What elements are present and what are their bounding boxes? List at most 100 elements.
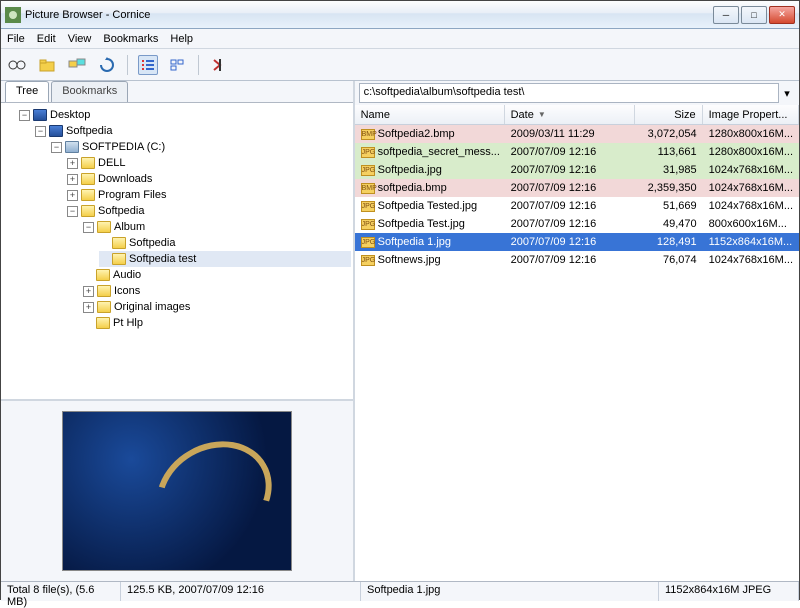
status-total: Total 8 file(s), (5.6 MB) [1,582,121,601]
folder-open-icon[interactable] [37,55,57,75]
file-size: 113,661 [635,145,703,159]
file-type-icon: BMP [361,183,375,194]
path-input[interactable]: c:\softpedia\album\softpedia test\ [359,83,779,103]
file-date: 2009/03/11 11:29 [505,127,635,141]
file-size: 128,491 [635,235,703,249]
toolbar [1,49,799,81]
file-row[interactable]: JPGSoftpedia Test.jpg2007/07/09 12:1649,… [355,215,799,233]
file-name: Softpedia Tested.jpg [378,200,477,212]
file-properties: 1280x800x16M... [703,127,799,141]
path-dropdown-icon[interactable]: ▾ [779,87,795,100]
file-type-icon: JPG [361,165,375,176]
left-tabs: Tree Bookmarks [1,81,353,103]
file-date: 2007/07/09 12:16 [505,217,635,231]
file-name: softpedia_secret_mess... [378,146,500,158]
window-title: Picture Browser - Cornice [25,9,713,21]
tree-pt-hlp[interactable]: Pt Hlp [83,315,351,331]
file-row[interactable]: JPGSoftpedia Tested.jpg 2007/07/09 12:165… [355,197,799,215]
file-type-icon: JPG [361,237,375,248]
file-row[interactable]: JPGSoftnews.jpg2007/07/09 12:1676,074102… [355,251,799,269]
thumbnail-view-icon[interactable] [168,55,188,75]
file-type-icon: JPG [361,201,375,212]
status-bar: Total 8 file(s), (5.6 MB) 125.5 KB, 2007… [1,581,799,601]
file-name: Softpedia2.bmp [378,128,455,140]
tab-tree[interactable]: Tree [5,81,49,102]
tree-drive-c[interactable]: −SOFTPEDIA (C:) +DELL +Downloads +Progra… [51,139,351,331]
menu-bar: File Edit View Bookmarks Help [1,29,799,49]
menu-help[interactable]: Help [170,33,193,45]
file-size: 51,669 [635,199,703,213]
file-row[interactable]: BMPsoftpedia.bmp 2007/07/09 12:162,359,35… [355,179,799,197]
preview-image [62,411,292,571]
file-size: 2,359,350 [635,181,703,195]
tree-original-images[interactable]: +Original images [83,299,351,315]
tree-softpedia[interactable]: −Softpedia −SOFTPEDIA (C:) +DELL +Downlo… [35,123,351,331]
file-properties: 1024x768x16M... [703,163,799,177]
file-date: 2007/07/09 12:16 [505,163,635,177]
tree-album[interactable]: −Album Softpedia Softpedia test [83,219,351,267]
file-name: Softpedia Test.jpg [378,218,465,230]
column-properties[interactable]: Image Propert... [703,105,799,124]
file-type-icon: JPG [361,219,375,230]
column-name[interactable]: Name [355,105,505,124]
column-date[interactable]: Date▼ [505,105,635,124]
folder-tree[interactable]: −Desktop −Softpedia −SOFTPEDIA (C:) +DEL… [1,103,353,401]
file-properties: 1024x768x16M... [703,181,799,195]
tree-audio[interactable]: Audio [83,267,351,283]
file-row[interactable]: JPGSoftpedia.jpg 2007/07/09 12:1631,98510… [355,161,799,179]
file-list[interactable]: BMPSoftpedia2.bmp2009/03/11 11:293,072,0… [355,125,799,581]
list-view-icon[interactable] [138,55,158,75]
menu-bookmarks[interactable]: Bookmarks [103,33,158,45]
file-date: 2007/07/09 12:16 [505,199,635,213]
file-properties: 1024x768x16M... [703,253,799,267]
tree-album-softpedia-test[interactable]: Softpedia test [99,251,351,267]
exit-icon[interactable] [209,55,229,75]
file-properties: 1024x768x16M... [703,199,799,213]
close-button[interactable]: ✕ [769,6,795,24]
file-row[interactable]: JPGsoftpedia_secret_mess... 2007/07/09 12… [355,143,799,161]
status-current-dims: 1152x864x16M JPEG [659,582,799,601]
menu-view[interactable]: View [68,33,92,45]
app-icon [5,7,21,23]
status-current-name: Softpedia 1.jpg [361,582,659,601]
file-row[interactable]: BMPSoftpedia2.bmp 2009/03/11 11:293,072,0… [355,125,799,143]
refresh-icon[interactable] [97,55,117,75]
tree-dell[interactable]: +DELL [67,155,351,171]
glasses-icon[interactable] [7,55,27,75]
file-name: Softpedia.jpg [378,164,442,176]
minimize-button[interactable]: ─ [713,6,739,24]
tree-program-files[interactable]: +Program Files [67,187,351,203]
tree-softpedia-folder[interactable]: −Softpedia −Album Softpedia Softpedia te… [67,203,351,331]
menu-edit[interactable]: Edit [37,33,56,45]
file-name: Softnews.jpg [378,254,441,266]
file-date: 2007/07/09 12:16 [505,181,635,195]
title-bar: Picture Browser - Cornice ─ □ ✕ [1,1,799,29]
path-bar: c:\softpedia\album\softpedia test\ ▾ [355,81,799,105]
tab-bookmarks[interactable]: Bookmarks [51,81,128,102]
file-properties: 800x600x16M... [703,217,799,231]
tree-desktop[interactable]: −Desktop −Softpedia −SOFTPEDIA (C:) +DEL… [19,107,351,331]
file-date: 2007/07/09 12:16 [505,253,635,267]
file-properties: 1152x864x16M... [703,235,799,249]
file-type-icon: BMP [361,129,375,140]
file-list-header: Name Date▼ Size Image Propert... [355,105,799,125]
tree-album-softpedia[interactable]: Softpedia [99,235,351,251]
file-date: 2007/07/09 12:16 [505,145,635,159]
menu-file[interactable]: File [7,33,25,45]
file-type-icon: JPG [361,147,375,158]
monitors-icon[interactable] [67,55,87,75]
preview-panel [1,401,353,581]
maximize-button[interactable]: □ [741,6,767,24]
file-type-icon: JPG [361,255,375,266]
file-name: Softpedia 1.jpg [378,236,451,248]
tree-downloads[interactable]: +Downloads [67,171,351,187]
column-size[interactable]: Size [635,105,703,124]
tree-icons[interactable]: +Icons [83,283,351,299]
sort-desc-icon: ▼ [538,110,546,119]
file-row[interactable]: JPGSoftpedia 1.jpg 2007/07/09 12:16128,49… [355,233,799,251]
file-date: 2007/07/09 12:16 [505,235,635,249]
status-current-meta: 125.5 KB, 2007/07/09 12:16 [121,582,361,601]
file-size: 31,985 [635,163,703,177]
file-name: softpedia.bmp [378,182,447,194]
file-size: 3,072,054 [635,127,703,141]
